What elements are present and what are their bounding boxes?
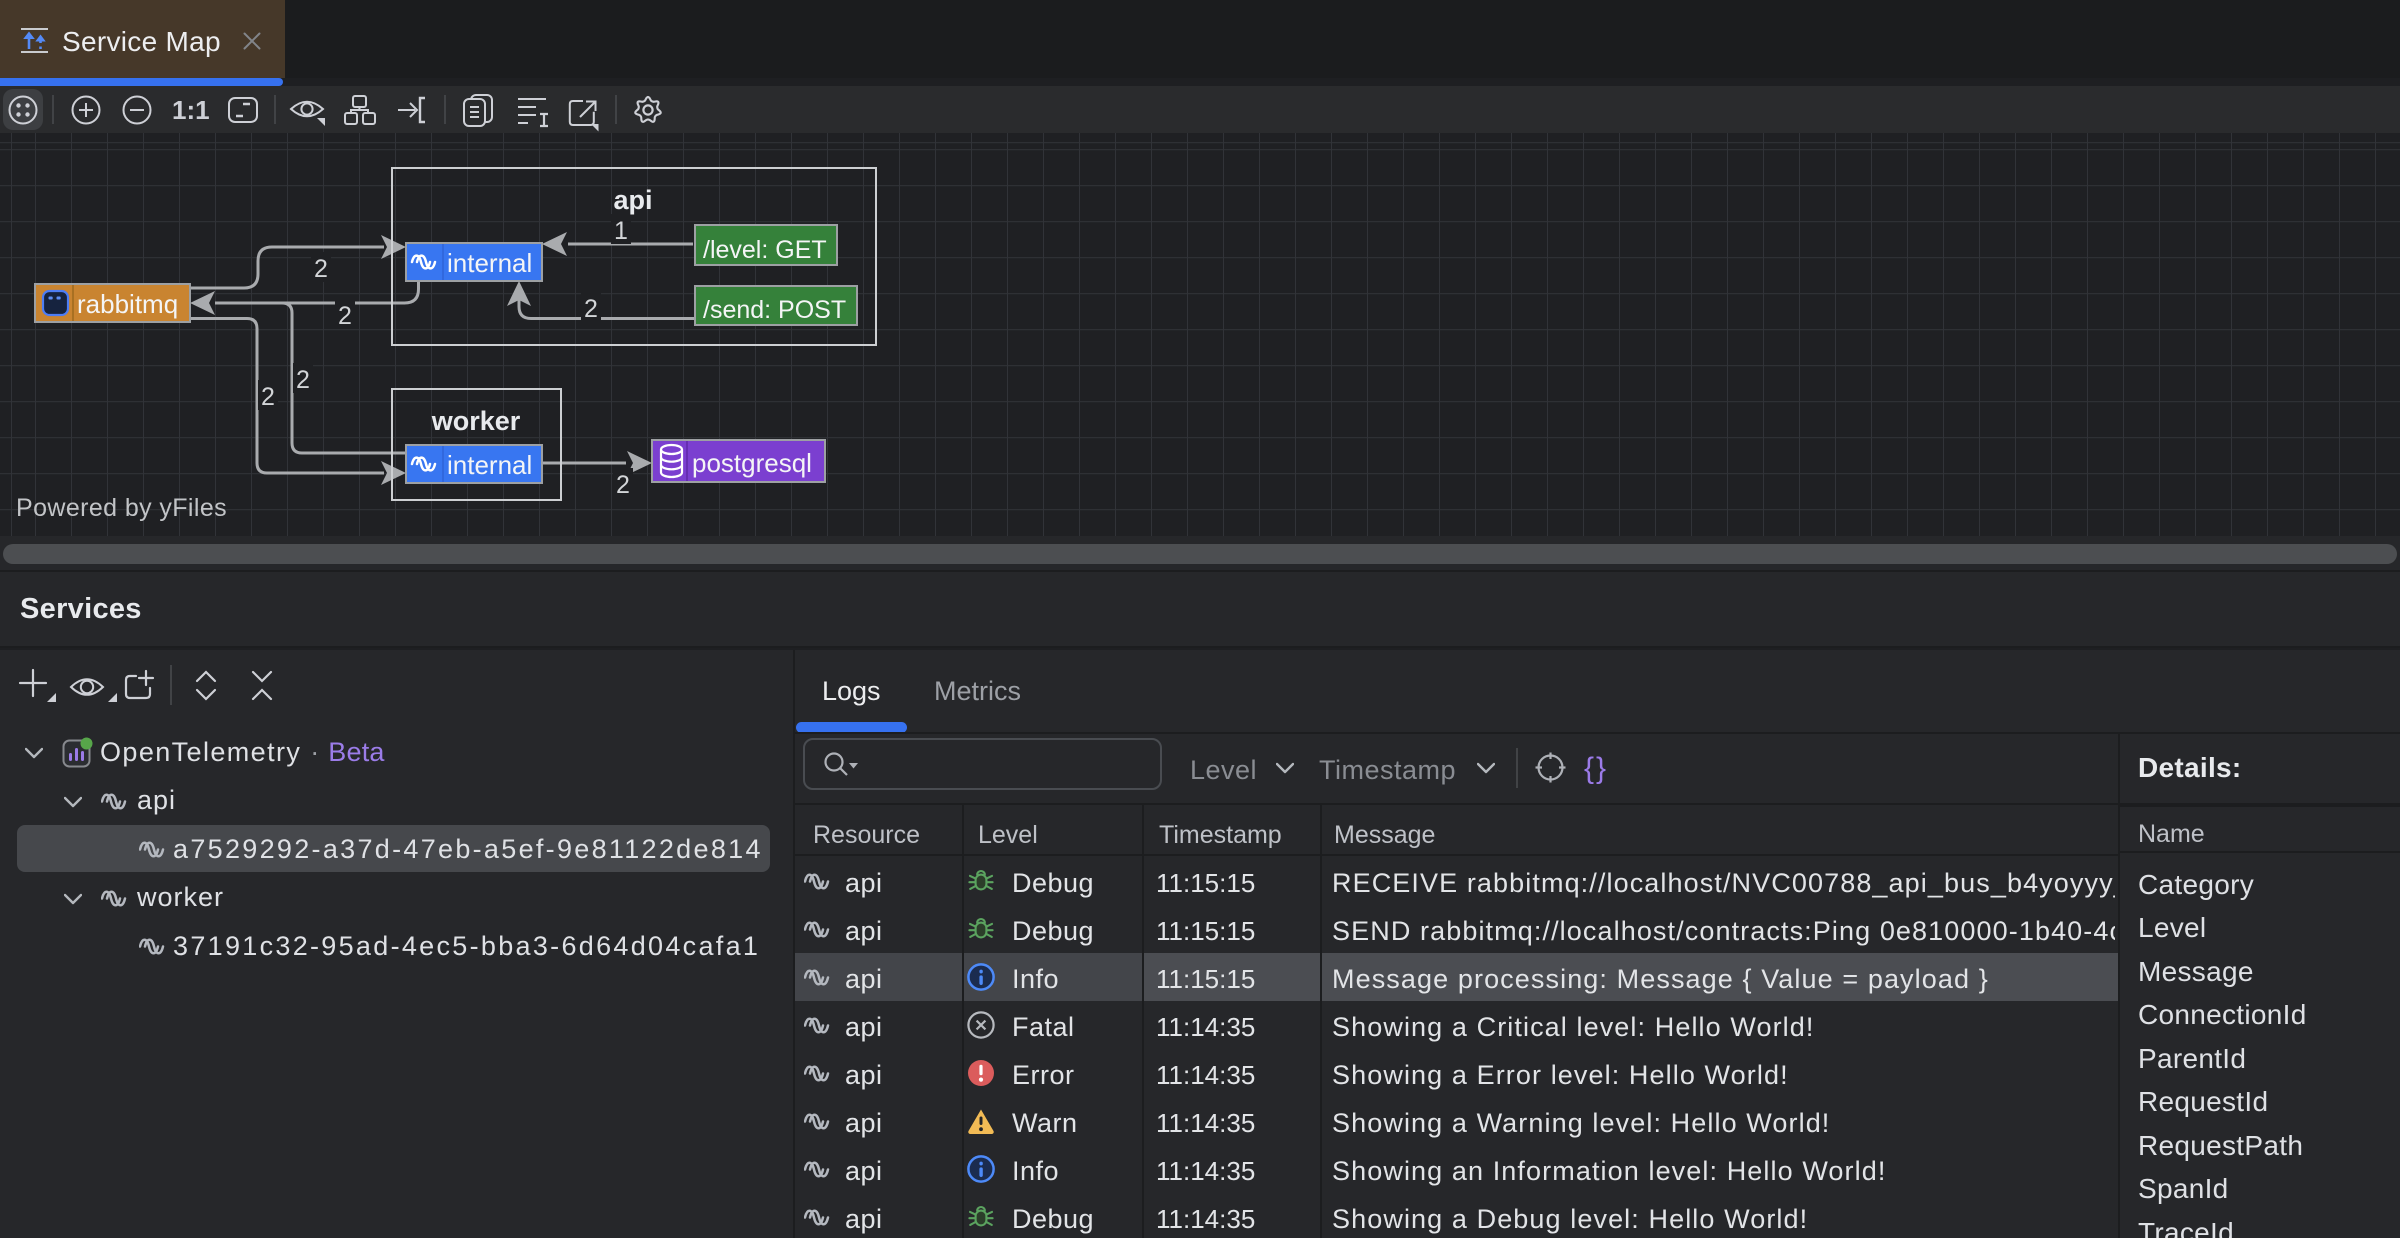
svg-text:2: 2 bbox=[584, 295, 598, 323]
svg-text:2: 2 bbox=[261, 383, 275, 411]
svg-text:worker: worker bbox=[431, 406, 521, 436]
svg-text:2: 2 bbox=[338, 302, 352, 330]
svg-text:2: 2 bbox=[296, 366, 310, 394]
svg-text:internal: internal bbox=[447, 450, 532, 480]
svg-text:rabbitmq: rabbitmq bbox=[77, 289, 178, 319]
svg-text:2: 2 bbox=[616, 471, 630, 499]
svg-text:postgresql: postgresql bbox=[692, 448, 812, 478]
svg-text:/send: POST: /send: POST bbox=[703, 296, 846, 324]
svg-text:api: api bbox=[613, 185, 652, 215]
svg-text:1:1: 1:1 bbox=[172, 95, 210, 125]
svg-text:internal: internal bbox=[447, 248, 532, 278]
svg-text:1: 1 bbox=[614, 217, 628, 245]
svg-text:/level: GET: /level: GET bbox=[703, 236, 827, 264]
svg-text:2: 2 bbox=[314, 255, 328, 283]
